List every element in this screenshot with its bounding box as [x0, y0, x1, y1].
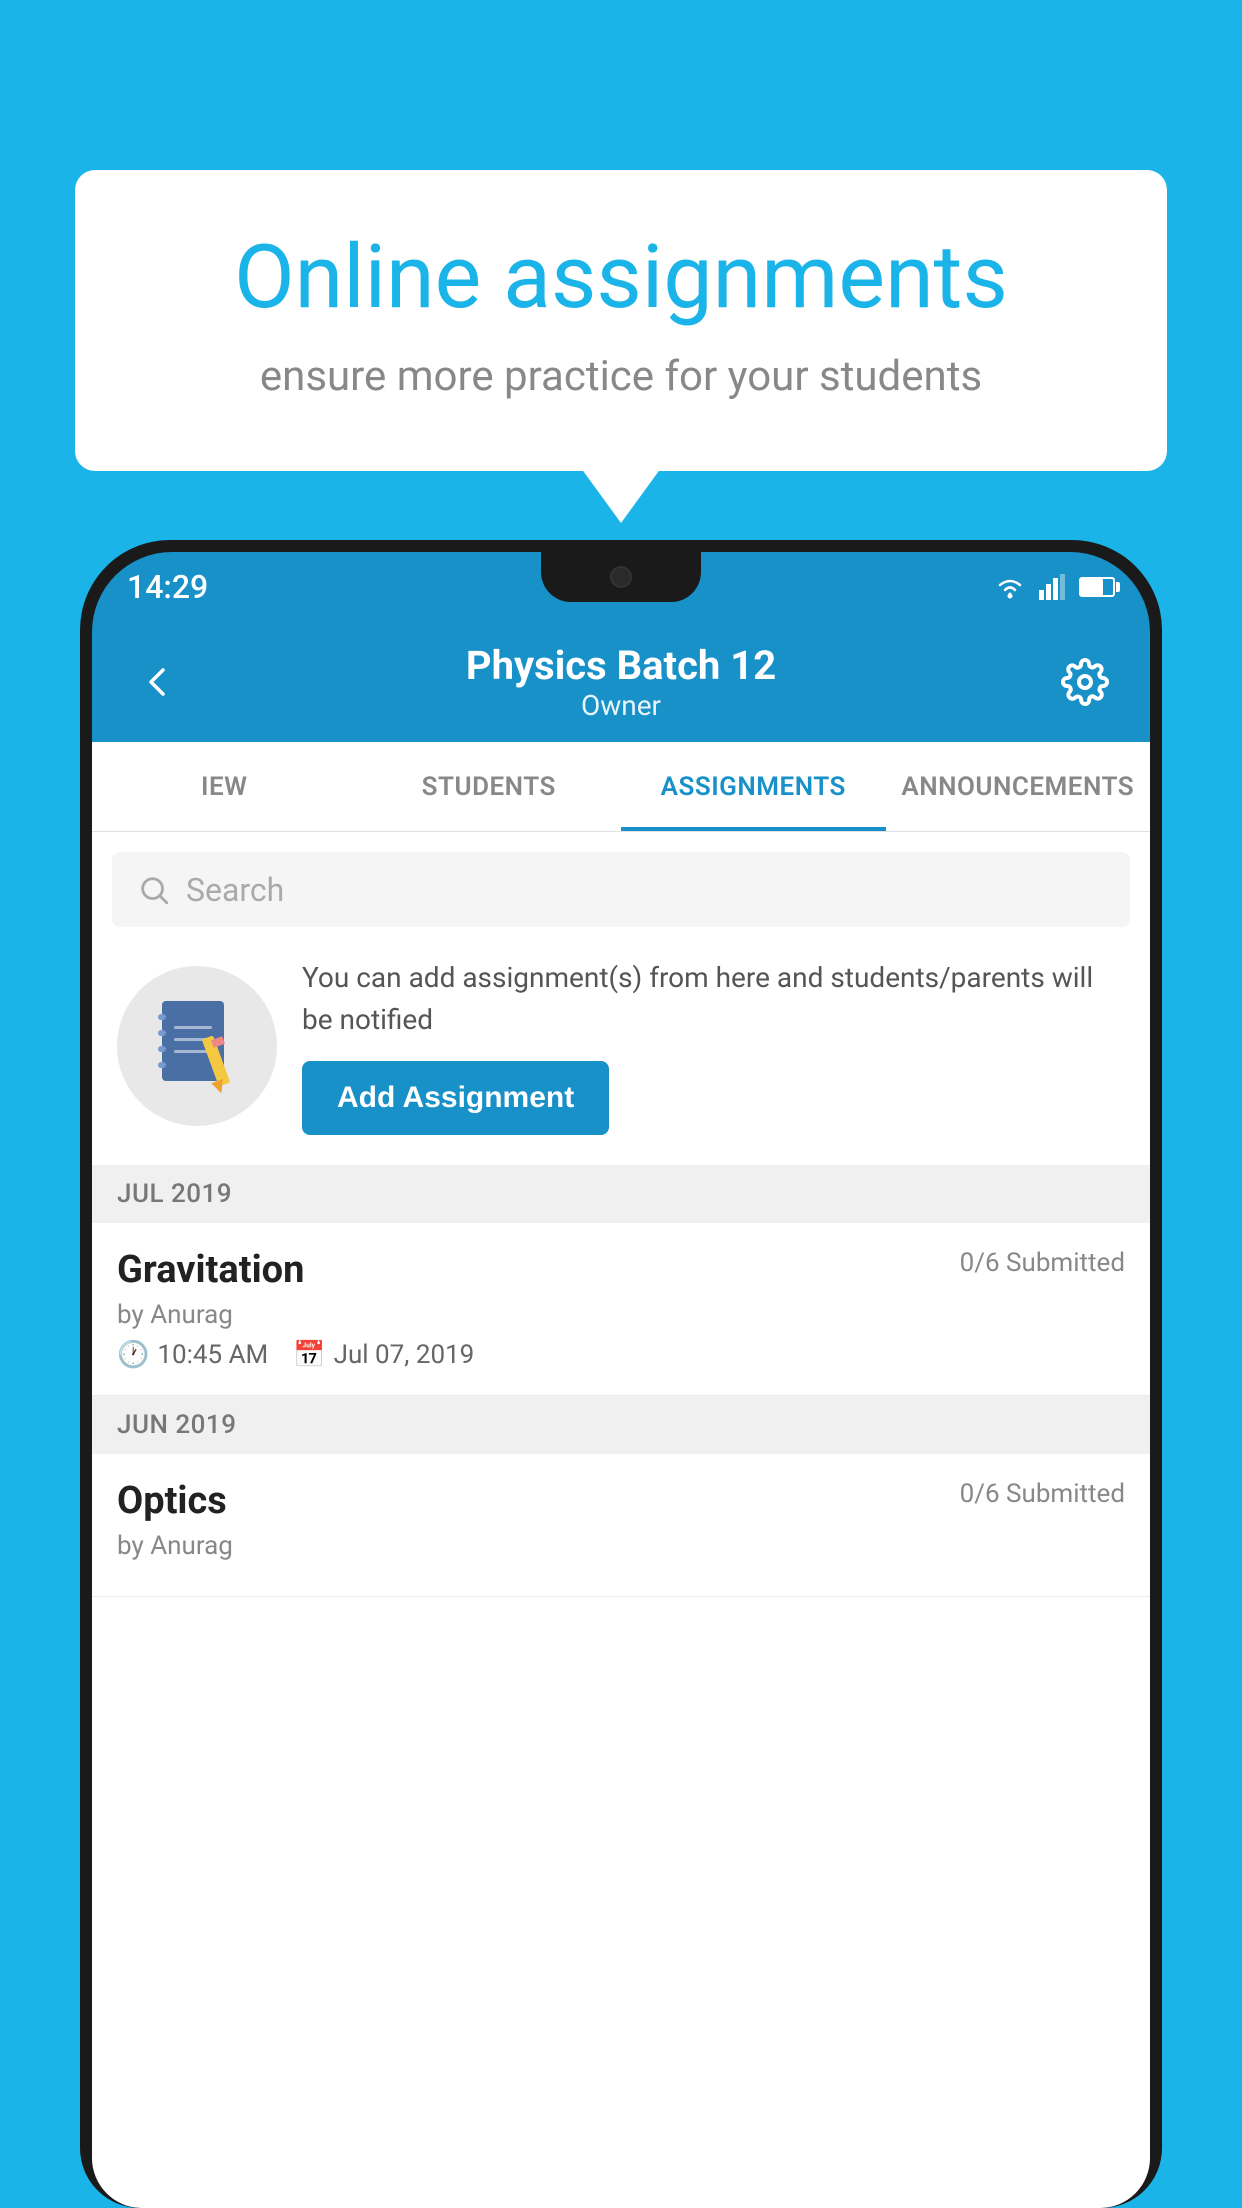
- assignment-item-gravitation[interactable]: Gravitation 0/6 Submitted by Anurag 🕐 10…: [92, 1223, 1150, 1396]
- front-camera: [610, 566, 632, 588]
- month-separator-jul: JUL 2019: [92, 1165, 1150, 1223]
- tab-iew[interactable]: IEW: [92, 742, 357, 831]
- search-placeholder: Search: [186, 871, 284, 909]
- speech-bubble: Online assignments ensure more practice …: [75, 170, 1167, 471]
- phone-inner: 14:29: [92, 552, 1150, 2208]
- add-assignment-button[interactable]: Add Assignment: [302, 1061, 609, 1135]
- battery-icon: [1079, 577, 1115, 597]
- status-icons: [993, 574, 1115, 600]
- back-button[interactable]: [127, 662, 187, 702]
- promo-description: You can add assignment(s) from here and …: [302, 957, 1125, 1041]
- notch: [541, 552, 701, 602]
- assignment-by-optics: by Anurag: [117, 1531, 1125, 1561]
- assignment-submitted-optics: 0/6 Submitted: [960, 1479, 1125, 1509]
- assignment-meta: 🕐 10:45 AM 📅 Jul 07, 2019: [117, 1340, 1125, 1370]
- assignment-title: Gravitation: [117, 1248, 304, 1292]
- tabs-bar: IEW STUDENTS ASSIGNMENTS ANNOUNCEMENTS: [92, 742, 1150, 832]
- wifi-icon: [993, 574, 1027, 600]
- tab-students[interactable]: STUDENTS: [357, 742, 622, 831]
- tab-assignments[interactable]: ASSIGNMENTS: [621, 742, 886, 831]
- status-time: 14:29: [127, 568, 208, 606]
- signal-icon: [1039, 574, 1067, 600]
- assignment-time: 🕐 10:45 AM: [117, 1340, 268, 1370]
- phone-frame: 14:29: [80, 540, 1162, 2208]
- bubble-title: Online assignments: [145, 230, 1097, 327]
- app-header: Physics Batch 12 Owner: [92, 622, 1150, 742]
- notebook-icon: [152, 996, 242, 1096]
- assignment-item-optics[interactable]: Optics 0/6 Submitted by Anurag: [92, 1454, 1150, 1597]
- assignment-header-optics: Optics 0/6 Submitted: [117, 1479, 1125, 1523]
- bubble-subtitle: ensure more practice for your students: [145, 352, 1097, 401]
- header-title-area: Physics Batch 12 Owner: [187, 642, 1055, 722]
- search-icon: [137, 873, 171, 907]
- header-title: Physics Batch 12: [187, 642, 1055, 689]
- search-bar[interactable]: Search: [112, 852, 1130, 927]
- speech-bubble-container: Online assignments ensure more practice …: [75, 170, 1167, 471]
- header-subtitle: Owner: [187, 689, 1055, 722]
- assignment-header: Gravitation 0/6 Submitted: [117, 1248, 1125, 1292]
- assignment-submitted: 0/6 Submitted: [960, 1248, 1125, 1278]
- promo-section: You can add assignment(s) from here and …: [92, 927, 1150, 1165]
- settings-button[interactable]: [1055, 658, 1115, 706]
- promo-icon-circle: [117, 966, 277, 1126]
- month-separator-jun: JUN 2019: [92, 1396, 1150, 1454]
- promo-text-area: You can add assignment(s) from here and …: [302, 957, 1125, 1135]
- tab-announcements[interactable]: ANNOUNCEMENTS: [886, 742, 1151, 831]
- screen-content: Search: [92, 832, 1150, 2208]
- assignment-date: 📅 Jul 07, 2019: [293, 1340, 474, 1370]
- calendar-icon: 📅: [293, 1340, 325, 1370]
- assignment-by: by Anurag: [117, 1300, 1125, 1330]
- assignment-title-optics: Optics: [117, 1479, 227, 1523]
- clock-icon: 🕐: [117, 1340, 149, 1370]
